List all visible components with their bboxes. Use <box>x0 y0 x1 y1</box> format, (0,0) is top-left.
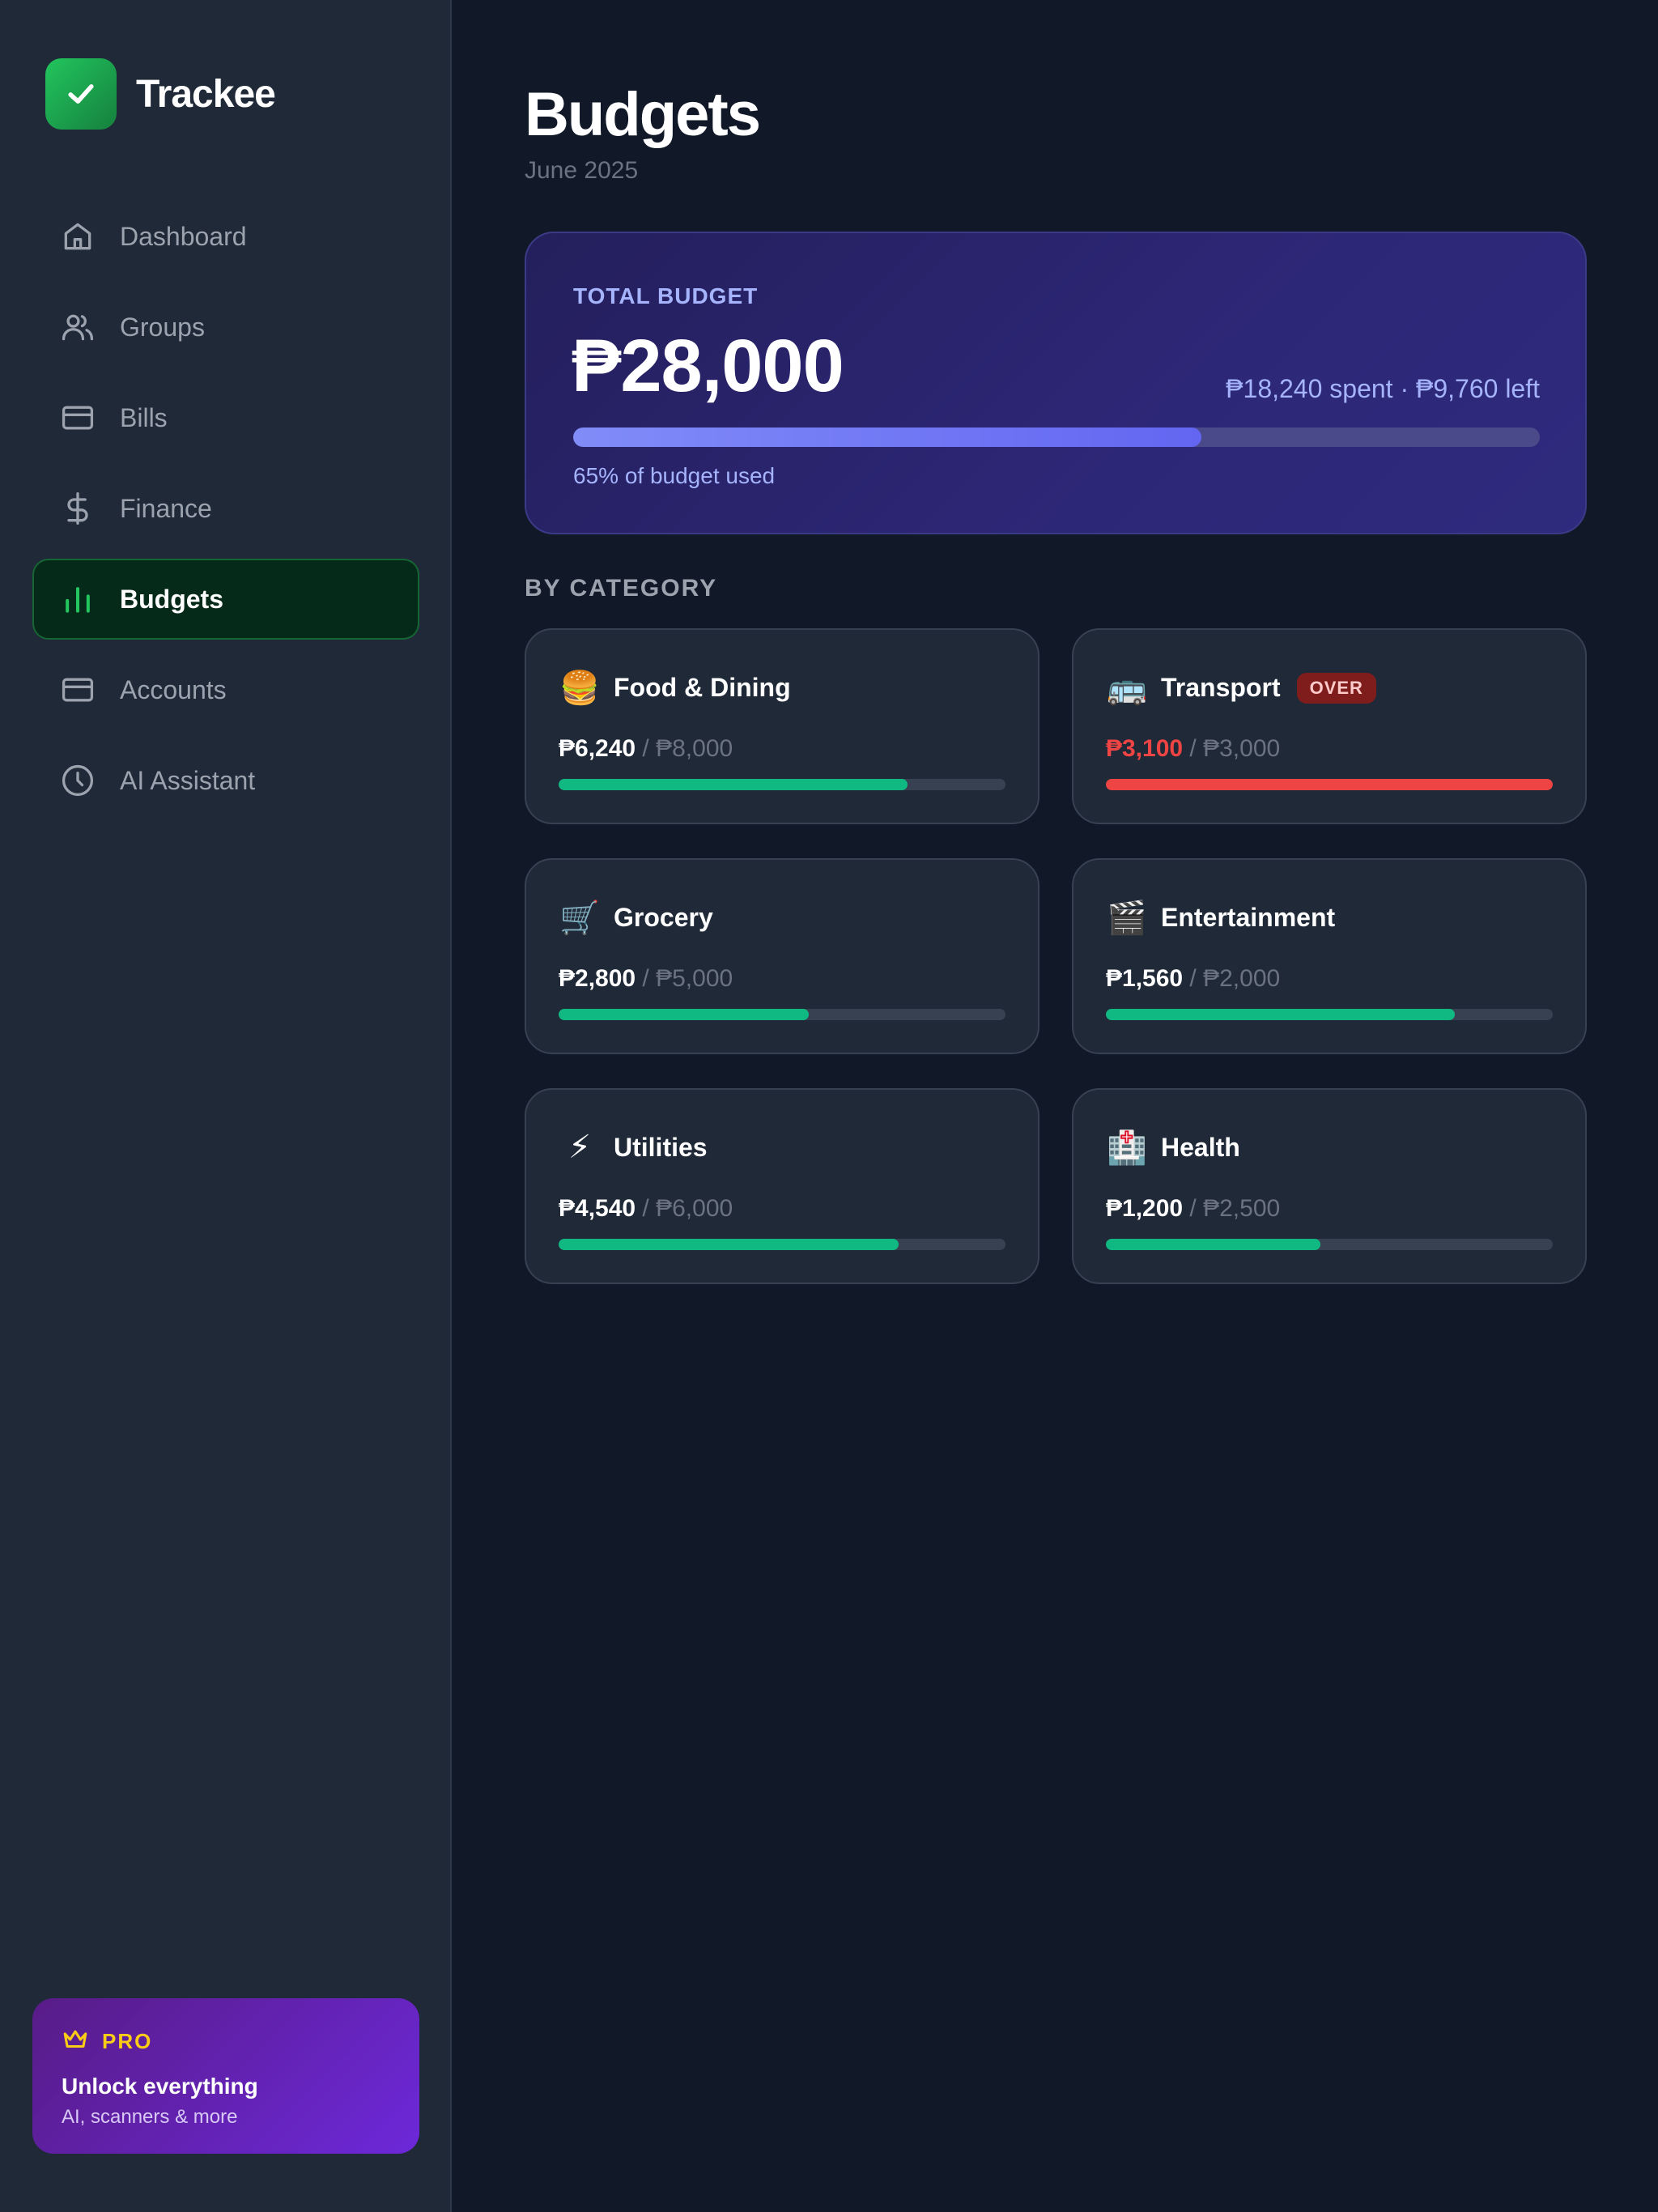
sidebar: Trackee Dashboard Groups Bills Finance B… <box>0 0 452 2212</box>
pro-header: PRO <box>62 2026 390 2057</box>
category-name: Transport <box>1161 673 1281 702</box>
category-card-utilities[interactable]: ⚡ Utilities ₱4,540 / ₱6,000 <box>525 1088 1039 1284</box>
amount-separator: / <box>636 965 657 992</box>
category-progress-fill <box>1106 779 1553 790</box>
clock-icon <box>58 761 97 800</box>
category-card-entertainment[interactable]: 🎬 Entertainment ₱1,560 / ₱2,000 <box>1072 858 1587 1054</box>
sidebar-item-groups[interactable]: Groups <box>32 287 419 368</box>
pro-badge: PRO <box>102 2029 153 2053</box>
category-amounts: ₱1,560 / ₱2,000 <box>1106 965 1280 993</box>
category-spent: ₱2,800 <box>559 965 636 992</box>
category-limit: ₱2,000 <box>1203 965 1281 992</box>
category-limit: ₱3,000 <box>1203 735 1281 762</box>
category-amounts: ₱4,540 / ₱6,000 <box>559 1195 733 1223</box>
category-amounts: ₱3,100 / ₱3,000 <box>1106 735 1280 763</box>
hospital-icon: 🏥 <box>1107 1130 1147 1166</box>
category-progress-fill <box>559 779 908 790</box>
category-name: Health <box>1161 1133 1240 1162</box>
total-progress-bar <box>573 428 1540 447</box>
category-progress-bar <box>1106 1009 1553 1020</box>
total-budget-label: TOTAL BUDGET <box>573 283 759 308</box>
sidebar-item-ai-assistant[interactable]: AI Assistant <box>32 740 419 821</box>
lightning-icon: ⚡ <box>568 1129 592 1165</box>
category-limit: ₱6,000 <box>656 1195 733 1222</box>
sidebar-item-label: Budgets <box>120 584 223 614</box>
category-progress-bar <box>1106 779 1553 790</box>
total-progress-text: 65% of budget used <box>573 463 776 488</box>
category-amounts: ₱6,240 / ₱8,000 <box>559 735 733 763</box>
sidebar-item-accounts[interactable]: Accounts <box>32 649 419 730</box>
category-limit: ₱5,000 <box>656 965 733 992</box>
pro-upgrade-card[interactable]: PRO Unlock everything AI, scanners & mor… <box>32 1998 419 2154</box>
total-spent-summary: ₱18,240 spent · ₱9,760 left <box>1226 374 1540 403</box>
category-name: Entertainment <box>1161 903 1336 932</box>
category-progress-fill <box>1106 1009 1455 1020</box>
page-subtitle: June 2025 <box>525 157 639 184</box>
sidebar-item-label: AI Assistant <box>120 765 256 795</box>
card-icon <box>58 398 97 437</box>
burger-icon: 🍔 <box>559 670 600 706</box>
total-budget-card: TOTAL BUDGET ₱28,000 ₱18,240 spent · ₱9,… <box>525 232 1587 534</box>
total-progress-fill <box>573 428 1202 447</box>
category-spent: ₱6,240 <box>559 735 636 762</box>
category-card-food-dining[interactable]: 🍔 Food & Dining ₱6,240 / ₱8,000 <box>525 628 1039 824</box>
sidebar-item-bills[interactable]: Bills <box>32 377 419 458</box>
sidebar-nav: Dashboard Groups Bills Finance Budgets A… <box>32 196 419 831</box>
section-label: BY CATEGORY <box>525 575 718 602</box>
total-budget-amount: ₱28,000 <box>572 325 844 407</box>
category-progress-bar <box>559 779 1005 790</box>
category-name: Food & Dining <box>614 673 791 702</box>
category-grid: 🍔 Food & Dining ₱6,240 / ₱8,000 🚌 Transp… <box>525 628 1587 1284</box>
category-spent: ₱1,200 <box>1106 1195 1184 1222</box>
clapperboard-icon: 🎬 <box>1107 900 1147 936</box>
amount-separator: / <box>1183 1195 1204 1222</box>
bus-icon: 🚌 <box>1107 670 1147 706</box>
card-icon <box>58 670 97 709</box>
category-card-grocery[interactable]: 🛒 Grocery ₱2,800 / ₱5,000 <box>525 858 1039 1054</box>
crown-icon <box>62 2026 89 2057</box>
sidebar-item-label: Bills <box>120 402 168 432</box>
amount-separator: / <box>636 735 657 762</box>
bar-chart-icon <box>58 580 97 619</box>
category-progress-bar <box>559 1239 1005 1250</box>
sidebar-item-dashboard[interactable]: Dashboard <box>32 196 419 277</box>
brand-name: Trackee <box>136 72 276 116</box>
pro-title: Unlock everything <box>62 2074 258 2099</box>
home-icon <box>58 217 97 256</box>
cart-icon: 🛒 <box>559 900 600 936</box>
sidebar-item-label: Dashboard <box>120 221 247 251</box>
sidebar-item-label: Finance <box>120 493 212 523</box>
category-spent: ₱3,100 <box>1106 735 1184 762</box>
amount-separator: / <box>636 1195 657 1222</box>
dollar-icon <box>58 489 97 528</box>
category-amounts: ₱2,800 / ₱5,000 <box>559 965 733 993</box>
amount-separator: / <box>1183 735 1204 762</box>
sidebar-item-label: Accounts <box>120 674 227 704</box>
pro-subtitle: AI, scanners & more <box>62 2106 238 2128</box>
category-name: Utilities <box>614 1132 708 1162</box>
category-name: Grocery <box>614 903 713 932</box>
category-progress-fill <box>559 1239 899 1250</box>
users-icon <box>58 308 97 347</box>
over-budget-badge: OVER <box>1296 672 1376 704</box>
category-limit: ₱8,000 <box>656 735 733 762</box>
brand[interactable]: Trackee <box>45 58 276 130</box>
sidebar-item-label: Groups <box>120 312 205 342</box>
amount-separator: / <box>1183 965 1204 992</box>
category-card-health[interactable]: 🏥 Health ₱1,200 / ₱2,500 <box>1072 1088 1587 1284</box>
category-spent: ₱4,540 <box>559 1195 636 1222</box>
logo-check-icon <box>45 58 117 130</box>
category-amounts: ₱1,200 / ₱2,500 <box>1106 1195 1280 1223</box>
page-title: Budgets <box>525 80 761 149</box>
category-progress-bar <box>1106 1239 1553 1250</box>
category-card-transport[interactable]: 🚌 Transport OVER ₱3,100 / ₱3,000 <box>1072 628 1587 824</box>
category-spent: ₱1,560 <box>1106 965 1184 992</box>
sidebar-item-budgets[interactable]: Budgets <box>32 559 419 640</box>
category-limit: ₱2,500 <box>1203 1195 1281 1222</box>
category-progress-bar <box>559 1009 1005 1020</box>
category-progress-fill <box>559 1009 810 1020</box>
category-progress-fill <box>1106 1239 1320 1250</box>
sidebar-item-finance[interactable]: Finance <box>32 468 419 549</box>
